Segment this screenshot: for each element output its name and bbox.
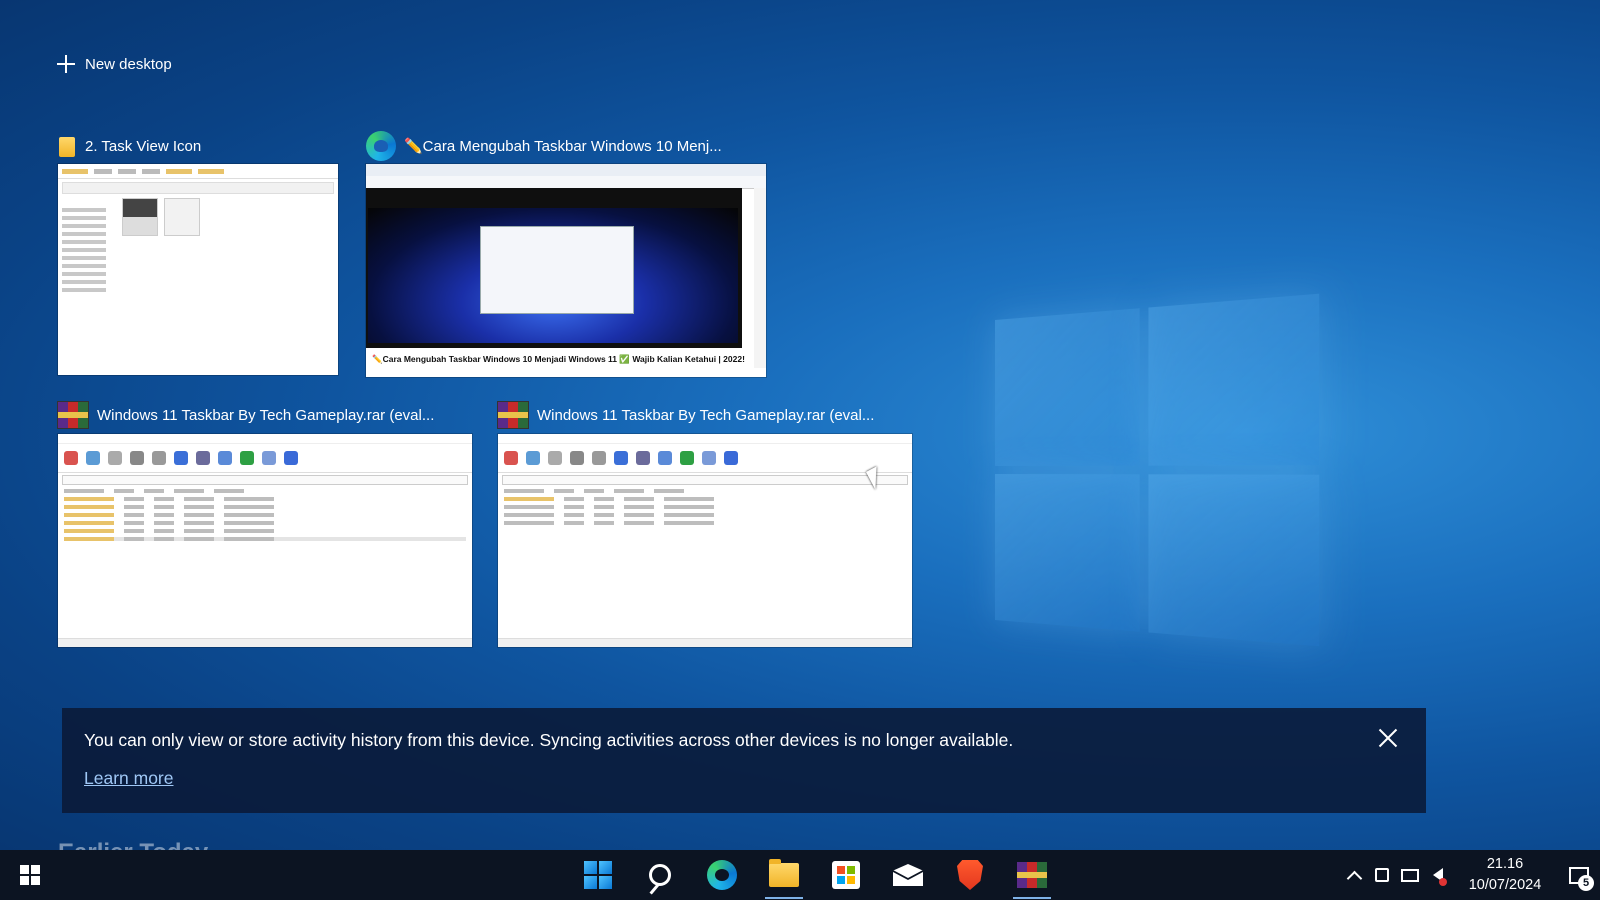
window-card-winrar-2[interactable]: Windows 11 Taskbar By Tech Gameplay.rar … bbox=[497, 400, 874, 430]
window-title-bar: ✏️Cara Mengubah Taskbar Windows 10 Menj.… bbox=[366, 128, 722, 164]
close-icon[interactable] bbox=[1378, 728, 1398, 748]
status-bar bbox=[498, 638, 912, 647]
window-thumbnail-winrar-1[interactable] bbox=[58, 434, 472, 647]
learn-more-link[interactable]: Learn more bbox=[84, 768, 174, 789]
volume-muted-icon bbox=[1433, 868, 1447, 886]
list-item bbox=[64, 513, 466, 517]
list-header bbox=[64, 489, 466, 493]
winrar-icon bbox=[57, 401, 89, 429]
taskbar-winrar[interactable] bbox=[1001, 850, 1063, 900]
mail-icon bbox=[893, 864, 923, 886]
notice-message: You can only view or store activity hist… bbox=[84, 730, 1014, 750]
taskbar-file-explorer[interactable] bbox=[753, 850, 815, 900]
notification-count-badge: 5 bbox=[1578, 875, 1594, 891]
network-button[interactable] bbox=[1396, 850, 1424, 900]
video-player bbox=[368, 208, 738, 343]
list-item bbox=[504, 497, 906, 501]
network-icon bbox=[1401, 868, 1419, 882]
taskbar: 21.16 10/07/2024 5 bbox=[0, 850, 1600, 900]
toolbar bbox=[498, 444, 912, 473]
clock[interactable]: 21.16 10/07/2024 bbox=[1460, 854, 1550, 896]
file-explorer-icon bbox=[769, 859, 799, 887]
window-title-bar: Windows 11 Taskbar By Tech Gameplay.rar … bbox=[57, 400, 434, 430]
toolbar bbox=[58, 444, 472, 473]
window-title-bar: Windows 11 Taskbar By Tech Gameplay.rar … bbox=[497, 400, 874, 430]
list-item bbox=[64, 529, 466, 533]
window-thumbnail-winrar-2[interactable] bbox=[498, 434, 912, 647]
winrar-icon bbox=[497, 401, 529, 429]
search-icon bbox=[649, 864, 671, 886]
new-desktop-label: New desktop bbox=[85, 55, 172, 73]
list-item bbox=[64, 521, 466, 525]
brave-icon bbox=[957, 860, 983, 890]
window-thumbnail-edge[interactable]: ✏️Cara Mengubah Taskbar Windows 10 Menja… bbox=[366, 164, 766, 377]
list-item bbox=[504, 521, 906, 525]
show-hidden-icons-button[interactable] bbox=[1340, 850, 1368, 900]
list-header bbox=[504, 489, 906, 493]
list-item bbox=[504, 505, 906, 509]
title-bar bbox=[498, 434, 912, 444]
taskbar-mail[interactable] bbox=[877, 850, 939, 900]
task-view-desktop: New desktop 2. Task View Icon ✏️Cara Men… bbox=[0, 0, 1600, 900]
video-frame-window bbox=[480, 226, 634, 314]
video-title: ✏️Cara Mengubah Taskbar Windows 10 Menja… bbox=[372, 354, 745, 364]
youtube-page bbox=[366, 188, 742, 348]
window-card-winrar-1[interactable]: Windows 11 Taskbar By Tech Gameplay.rar … bbox=[57, 400, 434, 430]
edge-icon bbox=[707, 860, 737, 890]
winrar-icon bbox=[1017, 862, 1047, 888]
clock-time: 21.16 bbox=[1486, 856, 1524, 872]
taskbar-apps bbox=[567, 850, 1063, 900]
ribbon bbox=[58, 164, 338, 179]
window-title: Windows 11 Taskbar By Tech Gameplay.rar … bbox=[537, 406, 875, 424]
navigation-pane bbox=[62, 204, 116, 296]
file-explorer-icon bbox=[57, 135, 77, 157]
windows-logo-wallpaper bbox=[995, 293, 1320, 647]
status-bar bbox=[58, 638, 472, 647]
title-bar bbox=[58, 434, 472, 444]
activity-history-notice: You can only view or store activity hist… bbox=[62, 708, 1426, 813]
timeline-heading: Earlier Today bbox=[58, 838, 208, 850]
system-tray: 21.16 10/07/2024 5 bbox=[1340, 850, 1600, 900]
action-center-button[interactable]: 5 bbox=[1558, 850, 1600, 900]
windows-start-icon bbox=[20, 865, 40, 885]
window-title: 2. Task View Icon bbox=[85, 137, 202, 155]
window-title-bar: 2. Task View Icon bbox=[57, 131, 201, 161]
start-button[interactable] bbox=[10, 858, 50, 892]
browser-sidebar bbox=[754, 188, 766, 368]
window-title: ✏️Cara Mengubah Taskbar Windows 10 Menj.… bbox=[404, 138, 722, 155]
new-desktop-button[interactable]: New desktop bbox=[57, 55, 172, 73]
meet-now-icon bbox=[1375, 868, 1389, 882]
taskbar-win11-start[interactable] bbox=[567, 850, 629, 900]
edge-icon bbox=[366, 131, 396, 161]
list-item bbox=[64, 497, 466, 501]
path-bar bbox=[62, 475, 468, 485]
taskbar-search[interactable] bbox=[629, 850, 691, 900]
window-title: Windows 11 Taskbar By Tech Gameplay.rar … bbox=[97, 406, 435, 424]
window-thumbnail-file-explorer[interactable] bbox=[58, 164, 338, 375]
plus-icon bbox=[57, 55, 75, 73]
windows-11-start-icon bbox=[584, 861, 612, 889]
window-card-file-explorer[interactable]: 2. Task View Icon bbox=[57, 131, 201, 161]
chevron-up-icon bbox=[1346, 870, 1362, 886]
microsoft-store-icon bbox=[832, 861, 860, 889]
file-thumbnail bbox=[164, 198, 200, 236]
taskbar-brave[interactable] bbox=[939, 850, 1001, 900]
address-bar bbox=[62, 182, 334, 194]
taskbar-microsoft-store[interactable] bbox=[815, 850, 877, 900]
list-item bbox=[64, 505, 466, 509]
volume-button[interactable] bbox=[1424, 850, 1452, 900]
list-item-selected bbox=[64, 537, 466, 541]
taskbar-edge[interactable] bbox=[691, 850, 753, 900]
browser-tabs bbox=[366, 164, 766, 176]
list-item bbox=[504, 513, 906, 517]
file-thumbnail bbox=[122, 198, 158, 236]
clock-date: 10/07/2024 bbox=[1468, 877, 1542, 893]
meet-now-button[interactable] bbox=[1368, 850, 1396, 900]
path-bar bbox=[502, 475, 908, 485]
window-card-edge[interactable]: ✏️Cara Mengubah Taskbar Windows 10 Menj.… bbox=[366, 128, 722, 164]
